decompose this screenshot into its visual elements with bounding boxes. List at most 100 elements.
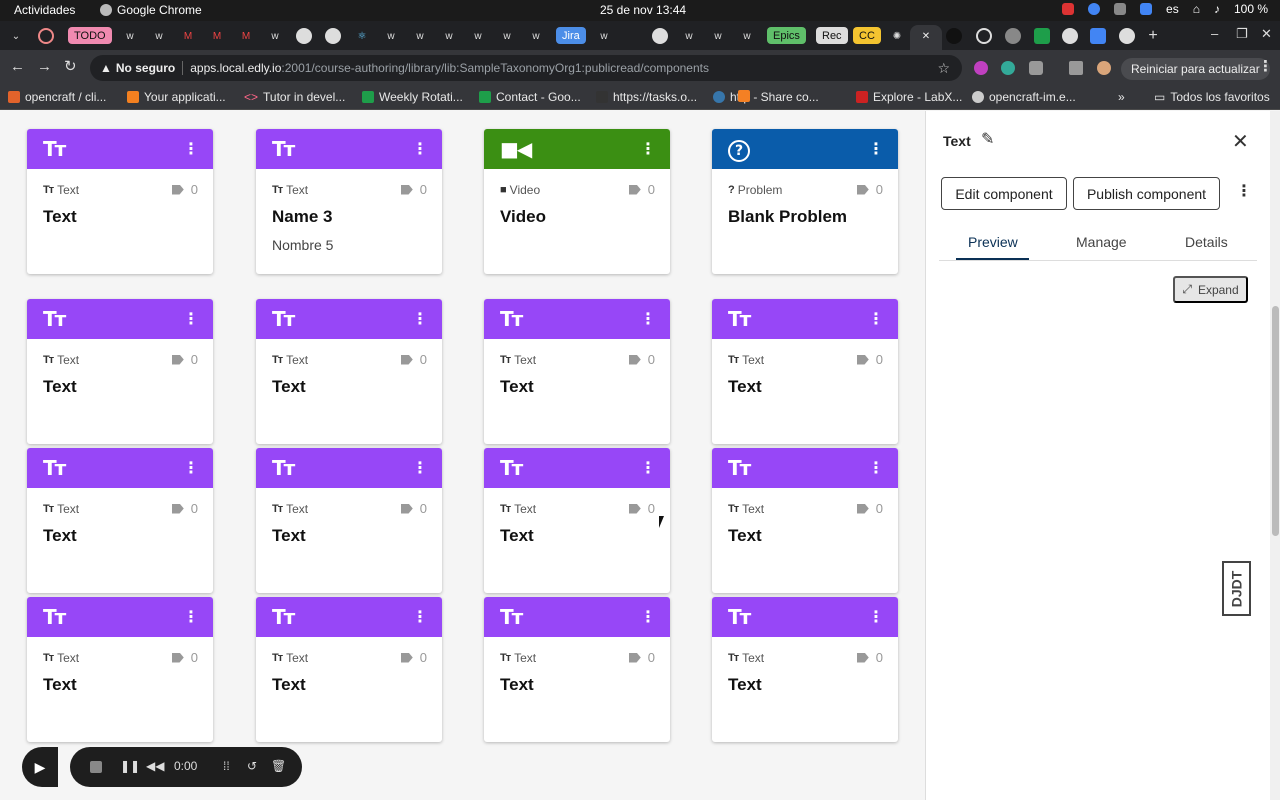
card-menu-kebab-icon[interactable]: ⋮ [640,309,656,329]
tab-favicon-docs[interactable] [1090,28,1106,44]
close-sidebar-icon[interactable]: ✕ [1232,129,1249,154]
delete-recording-icon[interactable]: 🗑 [271,759,286,773]
tab-favicon-record[interactable] [38,28,54,44]
bookmark-item[interactable]: opencraft / cli... [8,90,106,104]
restart-recording-icon[interactable]: ↺ [247,759,257,773]
card-menu-kebab-icon[interactable]: ⋮ [640,607,656,627]
security-indicator[interactable]: ▲ No seguro [100,61,175,75]
tab-favicon-github[interactable] [296,28,312,44]
tab-favicon-dark[interactable] [946,28,962,44]
tab-favicon-github[interactable] [325,28,341,44]
system-tray[interactable]: es ⌂ ♪ 100 % [1062,2,1268,16]
profile-avatar[interactable] [1097,61,1111,75]
reload-icon[interactable]: ↻ [64,59,77,75]
tab-rec[interactable]: Rec [816,27,848,44]
close-window-icon[interactable]: ✕ [1261,26,1272,42]
component-card[interactable]: Tт ⋮ Tт Text 0 Text [256,597,442,742]
address-bar[interactable]: ▲ No seguro apps.local.edly.io :2001/cou… [90,55,962,81]
tab-favicon-w[interactable]: w [528,28,544,44]
extension-icon[interactable] [974,61,988,75]
maximize-window-icon[interactable]: ❐ [1236,26,1248,42]
card-menu-kebab-icon[interactable]: ⋮ [412,309,428,329]
tab-favicon-w[interactable]: w [151,28,167,44]
restart-to-update-button[interactable]: Reiniciar para actualizar [1121,58,1270,80]
component-card[interactable]: Tт ⋮ Tт Text 0 Text [712,299,898,444]
activities-button[interactable]: Actividades [14,3,75,17]
tab-favicon-sheets[interactable] [1034,28,1050,44]
tab-favicon-w[interactable]: w [596,28,612,44]
component-card[interactable]: ? ⋮? Problem 0 Blank Problem [712,129,898,274]
bookmark-item[interactable]: Contact - Goo... [479,90,581,104]
tab-todo[interactable]: TODO [68,27,112,44]
download-icon[interactable] [1069,61,1083,75]
bookmark-item[interactable]: <> Tutor in devel... [244,90,345,104]
network-icon[interactable]: ⌂ [1193,2,1200,16]
tab-favicon-w[interactable]: w [267,28,283,44]
chrome-menu-kebab-icon[interactable]: ⋮ [1258,59,1273,75]
tab-favicon-openai[interactable]: ✺ [889,28,905,44]
tab-search-chevron-icon[interactable]: ⌄ [8,28,24,44]
bookmark-item[interactable]: opencraft-im.e... [972,90,1076,104]
edit-title-pencil-icon[interactable]: ✎ [981,129,994,149]
card-menu-kebab-icon[interactable]: ⋮ [183,458,199,478]
tab-jira[interactable]: Jira [556,27,586,44]
scrollbar-thumb[interactable] [1272,306,1279,536]
component-card[interactable]: Tт ⋮ Tт Text 0 Text [27,129,213,274]
system-clock[interactable]: 25 de nov 13:44 [600,3,686,17]
component-card[interactable]: Tт ⋮ Tт Text 0 Text [484,597,670,742]
tab-favicon-w[interactable]: w [412,28,428,44]
tab-favicon-w[interactable]: w [470,28,486,44]
component-card[interactable]: Tт ⋮ Tт Text 0 Text [27,597,213,742]
tab-manage[interactable]: Manage [1076,234,1127,250]
card-menu-kebab-icon[interactable]: ⋮ [183,309,199,329]
docs-indicator-icon[interactable] [1140,3,1153,15]
tab-details[interactable]: Details [1185,234,1228,250]
chrome-indicator-icon[interactable] [1088,3,1101,15]
card-menu-kebab-icon[interactable]: ⋮ [868,139,884,159]
bookmark-item[interactable]: https://tasks.o... [596,90,697,104]
tab-favicon-react[interactable]: ⚛ [354,28,370,44]
tab-favicon-w[interactable]: w [122,28,138,44]
component-card[interactable]: Tт ⋮ Tт Text 0 Text [256,299,442,444]
component-card[interactable]: ■◀ ⋮ ■ Video 0 Video [484,129,670,274]
tab-close-icon[interactable]: ✕ [918,28,934,44]
minimize-window-icon[interactable]: – [1211,26,1218,41]
new-tab-icon[interactable]: + [1145,27,1161,44]
card-menu-kebab-icon[interactable]: ⋮ [183,139,199,159]
gmail-indicator-icon[interactable] [1062,3,1075,15]
bookmarks-overflow-icon[interactable]: » [1118,90,1125,104]
forward-arrow-icon[interactable]: → [37,59,52,75]
card-menu-kebab-icon[interactable]: ⋮ [640,458,656,478]
slack-indicator-icon[interactable] [1114,3,1127,15]
extensions-puzzle-icon[interactable] [1029,61,1043,75]
tab-preview[interactable]: Preview [968,234,1018,250]
card-menu-kebab-icon[interactable]: ⋮ [412,458,428,478]
tab-favicon-github[interactable] [652,28,668,44]
bookmark-item[interactable]: Weekly Rotati... [362,90,463,104]
tab-favicon-gmail[interactable]: M [180,28,196,44]
pause-icon[interactable]: ❚❚ [120,759,140,773]
component-card[interactable]: Tт ⋮ Tт Text 0 Text [256,448,442,593]
recorder-camera-icon[interactable]: ▶ [22,747,58,787]
bookmark-item[interactable]: Explore - LabX... [856,90,962,104]
all-bookmarks-folder[interactable]: ▭ Todos los favoritos [1154,90,1270,104]
card-menu-kebab-icon[interactable]: ⋮ [412,607,428,627]
component-card[interactable]: Tт ⋮ Tт Text 0 Text [27,448,213,593]
sidebar-more-kebab-icon[interactable]: ⋮ [1236,181,1252,201]
tab-epics[interactable]: Epics [767,27,806,44]
bookmark-item[interactable]: http - Share co... [738,90,750,102]
grammarly-extension-icon[interactable] [1001,61,1015,75]
tab-favicon-gmail[interactable]: M [209,28,225,44]
card-menu-kebab-icon[interactable]: ⋮ [412,139,428,159]
card-menu-kebab-icon[interactable]: ⋮ [868,309,884,329]
django-debug-toolbar-handle[interactable]: DJDT [1222,561,1251,616]
bookmark-star-icon[interactable]: ☆ [937,60,950,77]
component-card[interactable]: Tт ⋮ Tт Text 0 Text [27,299,213,444]
expand-preview-button[interactable]: ⤢ Expand [1173,276,1248,303]
language-indicator[interactable]: es [1166,2,1179,16]
tab-cc[interactable]: CC [853,27,881,44]
tab-favicon-globe[interactable] [1005,28,1021,44]
bookmark-item[interactable]: Your applicati... [127,90,226,104]
tab-favicon-loop[interactable] [976,28,992,44]
card-menu-kebab-icon[interactable]: ⋮ [640,139,656,159]
